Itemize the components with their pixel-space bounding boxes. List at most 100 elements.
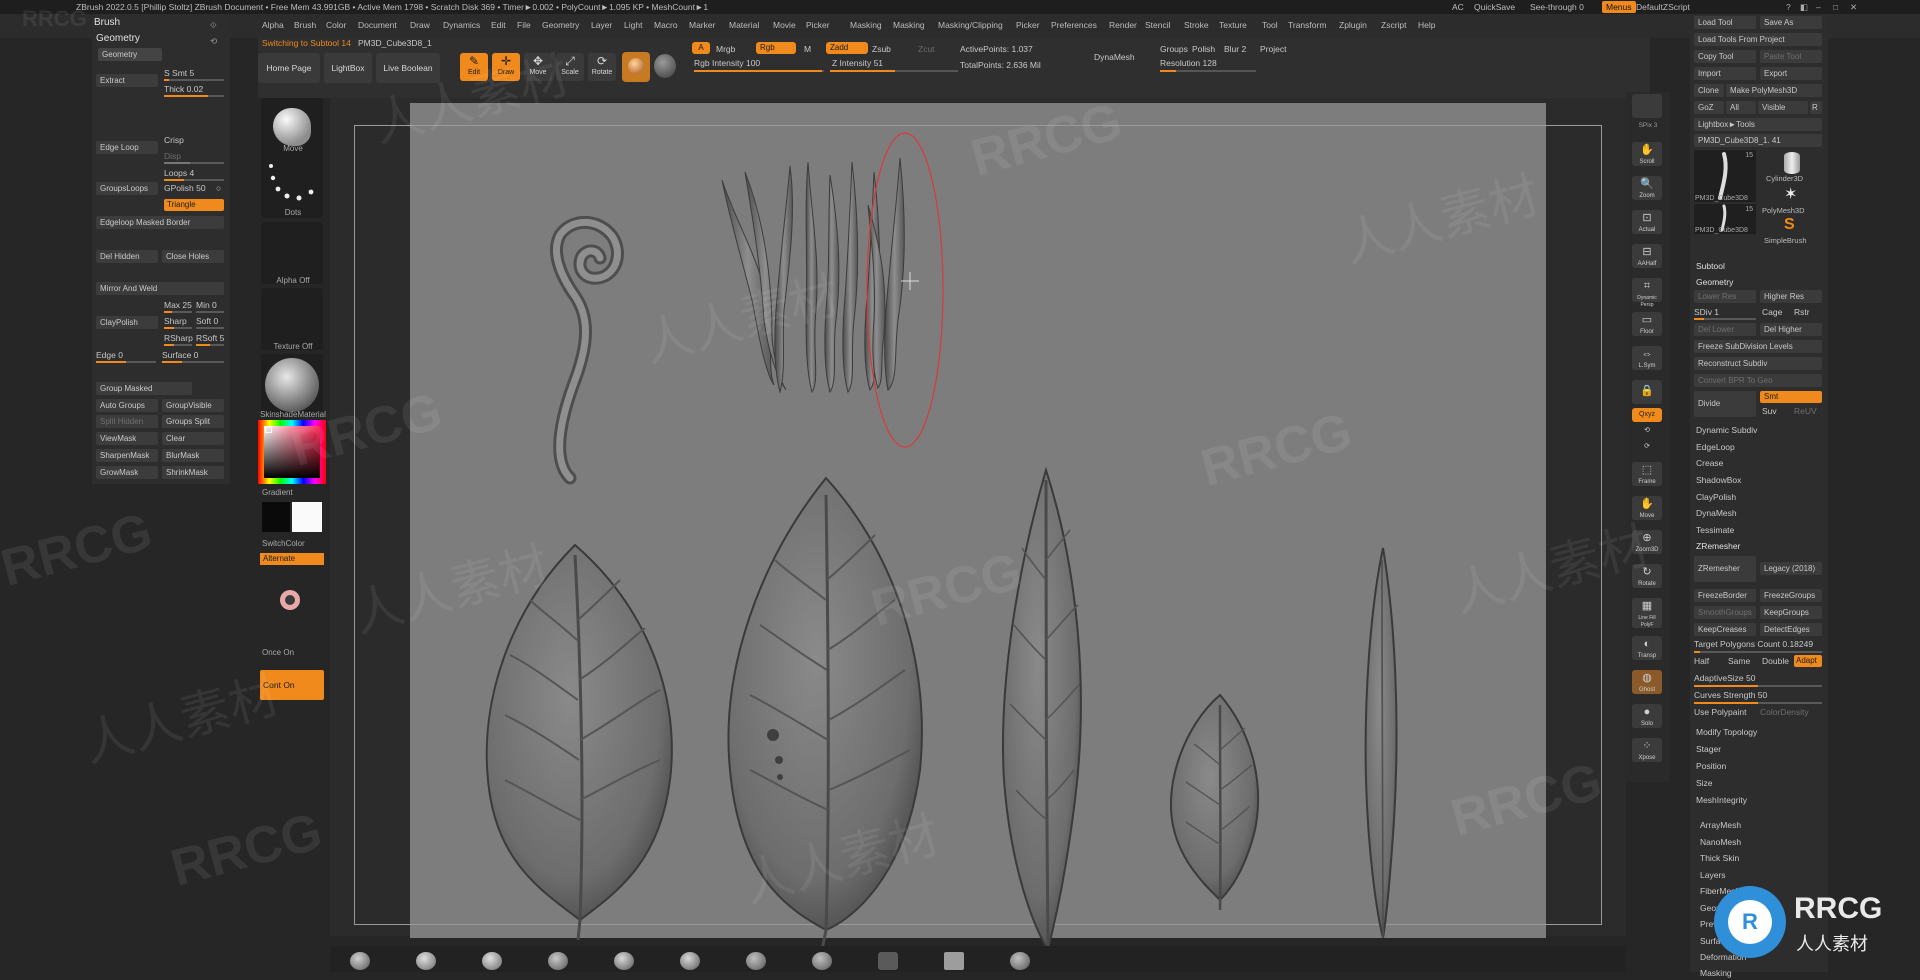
grass-blades-model[interactable]	[721, 157, 905, 394]
polymesh-tool-thumb[interactable]: ✶ PolyMesh3D	[1760, 184, 1822, 218]
same-button[interactable]: Same	[1728, 655, 1750, 668]
move-view-button[interactable]: ✋ Move	[1632, 496, 1662, 520]
tessimate-section[interactable]: Tessimate	[1696, 524, 1734, 537]
freeze-groups-toggle[interactable]: FreezeGroups	[1760, 589, 1822, 602]
rotate-axis-icon-2[interactable]: ⟳	[1632, 442, 1662, 458]
leaf-model-1[interactable]	[485, 543, 673, 941]
lightbox-tools-button[interactable]: Lightbox►Tools	[1694, 118, 1822, 131]
size-section[interactable]: Size	[1696, 777, 1713, 790]
zremesher-button[interactable]: ZRemesher	[1694, 556, 1756, 582]
brush-slot-11-icon[interactable]	[1010, 952, 1030, 970]
dynamic-subdiv-section[interactable]: Dynamic Subdiv	[1696, 424, 1757, 437]
goz-all-button[interactable]: All	[1726, 101, 1756, 114]
smooth-groups-toggle[interactable]: SmoothGroups	[1694, 606, 1756, 619]
simplebrush-tool-thumb[interactable]: S SimpleBrush	[1760, 216, 1822, 248]
arraymesh-section[interactable]: ArrayMesh	[1700, 819, 1741, 832]
zremesher-section[interactable]: ZRemesher	[1696, 540, 1740, 553]
frame-button[interactable]: ⬚ Frame	[1632, 462, 1662, 486]
brush-slot-7-icon[interactable]	[746, 952, 766, 970]
leaf-model-4[interactable]	[1169, 693, 1260, 911]
half-button[interactable]: Half	[1694, 655, 1709, 668]
floor-button[interactable]: ▭ Floor	[1632, 312, 1662, 336]
claypolish-section[interactable]: ClayPolish	[1696, 491, 1736, 504]
brush-slot-5-icon[interactable]	[614, 952, 634, 970]
smt-toggle[interactable]: Smt	[1760, 391, 1822, 403]
curves-strength-slider[interactable]: Curves Strength 50	[1694, 689, 1767, 702]
paste-tool-button[interactable]: Paste Tool	[1760, 50, 1822, 63]
copy-tool-button[interactable]: Copy Tool	[1694, 50, 1756, 63]
double-button[interactable]: Double	[1762, 655, 1789, 668]
brush-slot-3-icon[interactable]	[482, 952, 502, 970]
rotate-axis-icon-1[interactable]: ⟲	[1632, 426, 1662, 442]
lock-button[interactable]: 🔒	[1632, 380, 1662, 404]
suv-toggle[interactable]: Suv	[1762, 405, 1777, 418]
reconstruct-subdiv-button[interactable]: Reconstruct Subdiv	[1694, 357, 1822, 370]
subtool-section[interactable]: Subtool	[1696, 260, 1725, 273]
scroll-button[interactable]: ✋ Scroll	[1632, 142, 1662, 166]
cylinder-tool-thumb[interactable]: Cylinder3D	[1760, 150, 1822, 184]
edgeloop-section[interactable]: EdgeLoop	[1696, 441, 1735, 454]
brush-slot-2-icon[interactable]	[416, 952, 436, 970]
modify-topology-section[interactable]: Modify Topology	[1696, 726, 1757, 739]
goz-button[interactable]: GoZ	[1694, 101, 1724, 114]
del-higher-button[interactable]: Del Higher	[1760, 323, 1822, 336]
geometry-section-right[interactable]: Geometry	[1696, 276, 1733, 289]
dynamesh-section[interactable]: DynaMesh	[1696, 507, 1737, 520]
spix-slider[interactable]: SPix 3	[1626, 122, 1670, 129]
solo-button[interactable]: ● Solo	[1632, 704, 1662, 728]
use-polypaint-toggle[interactable]: Use Polypaint	[1694, 706, 1746, 719]
load-tool-button[interactable]: Load Tool	[1694, 16, 1756, 29]
save-as-button[interactable]: Save As	[1760, 16, 1822, 29]
spiral-curl-model[interactable]	[550, 215, 624, 485]
adapt-toggle[interactable]: Adapt	[1794, 655, 1822, 667]
clone-button[interactable]: Clone	[1694, 84, 1724, 97]
reuv-toggle[interactable]: ReUV	[1794, 405, 1817, 418]
convert-bpr-button[interactable]: Convert BPR To Geo	[1694, 374, 1822, 387]
masking-section[interactable]: Masking	[1700, 967, 1732, 980]
thick-skin-section[interactable]: Thick Skin	[1700, 852, 1739, 865]
legacy-toggle[interactable]: Legacy (2018)	[1760, 562, 1822, 575]
leaf-model-3[interactable]	[1002, 466, 1082, 953]
adaptive-size-slider[interactable]: AdaptiveSize 50	[1694, 672, 1755, 685]
brush-slot-10-icon[interactable]	[944, 952, 964, 970]
transp-button[interactable]: ◐ Transp	[1632, 636, 1662, 660]
brush-slot-6-icon[interactable]	[680, 952, 700, 970]
export-button[interactable]: Export	[1760, 67, 1822, 80]
ghost-button[interactable]: ◍ Ghost	[1632, 670, 1662, 694]
stager-section[interactable]: Stager	[1696, 743, 1721, 756]
actual-button[interactable]: ⊡ Actual	[1632, 210, 1662, 234]
blade-model[interactable]	[1364, 547, 1398, 939]
aahalf-button[interactable]: ⊟ AAHalf	[1632, 244, 1662, 268]
divide-button[interactable]: Divide	[1694, 391, 1756, 417]
keep-groups-toggle[interactable]: KeepGroups	[1760, 606, 1822, 619]
brush-slot-1-icon[interactable]	[350, 952, 370, 970]
goz-r-button[interactable]: R	[1810, 101, 1822, 114]
brush-slot-9-icon[interactable]	[878, 952, 898, 970]
xyz-toggle[interactable]: Qxyz	[1632, 408, 1662, 422]
target-polycount-track[interactable]	[1694, 651, 1822, 653]
target-polycount-slider[interactable]: Target Polygons Count 0.18249	[1694, 638, 1813, 651]
lsym-button[interactable]: ⇔ L.Sym	[1632, 346, 1662, 370]
higher-res-button[interactable]: Higher Res	[1760, 290, 1822, 303]
polyframe-button[interactable]: ▦ Line Fill PolyF	[1632, 598, 1662, 628]
curves-strength-track[interactable]	[1694, 702, 1822, 704]
leaf-model-2[interactable]	[727, 476, 923, 951]
import-button[interactable]: Import	[1694, 67, 1756, 80]
tool-thumb-2[interactable]: 15 PM3D_Cube3D8	[1694, 204, 1756, 234]
rotate-view-button[interactable]: ↻ Rotate	[1632, 564, 1662, 588]
brush-slot-4-icon[interactable]	[548, 952, 568, 970]
zoom-button[interactable]: 🔍 Zoom	[1632, 176, 1662, 200]
del-lower-button[interactable]: Del Lower	[1694, 323, 1756, 336]
brush-slot-8-icon[interactable]	[812, 952, 832, 970]
sdiv-track[interactable]	[1694, 318, 1756, 320]
cage-button[interactable]: Cage	[1762, 306, 1782, 319]
freeze-subdiv-button[interactable]: Freeze SubDivision Levels	[1694, 340, 1822, 353]
position-section[interactable]: Position	[1696, 760, 1726, 773]
shadowbox-section[interactable]: ShadowBox	[1696, 474, 1741, 487]
rstr-button[interactable]: Rstr	[1794, 306, 1810, 319]
goz-visible-button[interactable]: Visible	[1758, 101, 1808, 114]
adaptive-size-track[interactable]	[1694, 685, 1822, 687]
load-tools-from-project-button[interactable]: Load Tools From Project	[1694, 33, 1822, 46]
detect-edges-toggle[interactable]: DetectEdges	[1760, 623, 1822, 636]
bpr-render-button[interactable]	[1632, 94, 1662, 118]
